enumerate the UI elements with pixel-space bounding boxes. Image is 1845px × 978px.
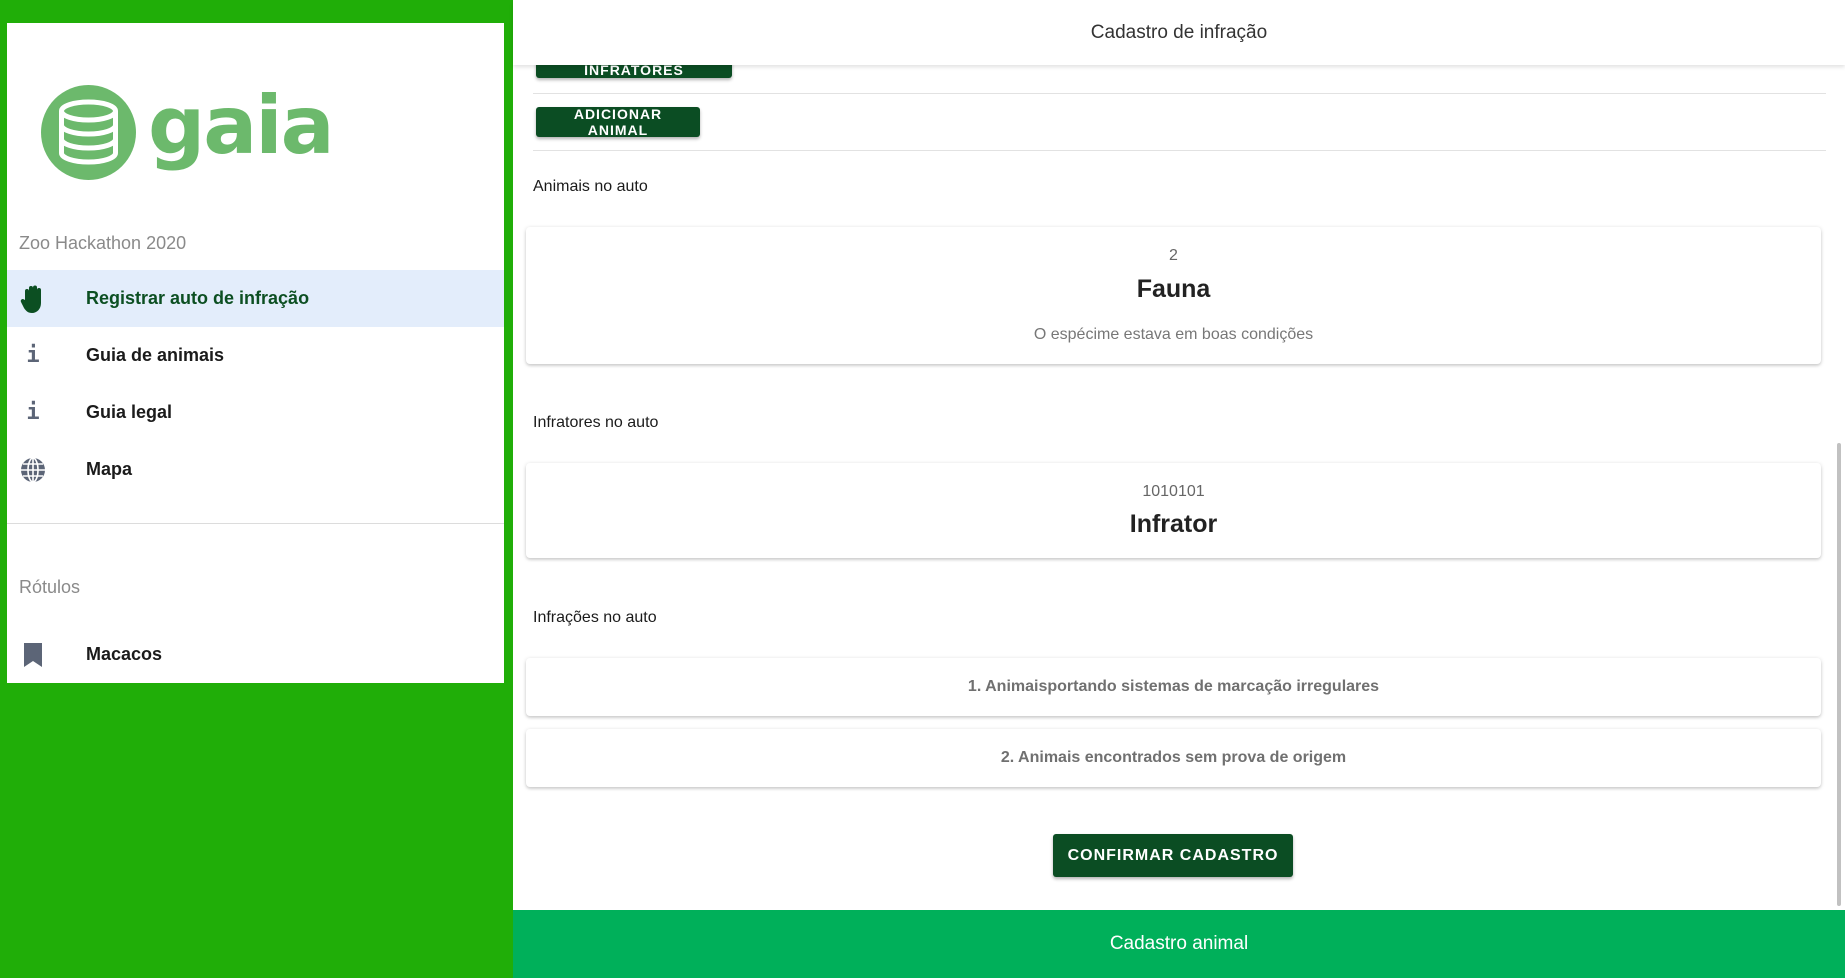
animals-section-title: Animais no auto (533, 178, 648, 195)
sidebar-item-registrar-auto[interactable]: Registrar auto de infração (7, 270, 504, 327)
navigation-drawer: gaia Zoo Hackathon 2020 Registrar auto d… (7, 23, 504, 683)
animal-description: O espécime estava em boas condições (1033, 326, 1314, 343)
infracoes-section-title: Infrações no auto (533, 609, 657, 626)
sidebar-item-label: Mapa (86, 459, 133, 479)
animal-count: 2 (1169, 247, 1178, 264)
sidebar-item-label: Guia de animais (86, 345, 225, 365)
sidebar-label-macacos[interactable]: Macacos (7, 626, 504, 683)
sidebar-label-text: Macacos (86, 644, 163, 664)
animal-card[interactable]: 2 Fauna O espécime estava em boas condiç… (526, 227, 1821, 364)
infrator-name: Infrator (1129, 510, 1218, 538)
divider (533, 93, 1826, 94)
infrator-id: 1010101 (1142, 483, 1205, 500)
sidebar-item-guia-animais[interactable]: i Guia de animais (7, 327, 504, 384)
sidebar-item-mapa[interactable]: Mapa (7, 441, 504, 498)
hand-icon (19, 285, 47, 313)
labels-section-title: Rótulos (19, 577, 81, 597)
infracao-item[interactable]: 1. Animaisportando sistemas de marcação … (526, 658, 1821, 716)
infratores-section-title: Infratores no auto (533, 414, 659, 431)
database-logo-icon (41, 85, 136, 180)
add-infratores-button[interactable]: ADICIONAR INFRATORES (536, 65, 732, 78)
animal-name: Fauna (1136, 275, 1211, 303)
add-animal-button[interactable]: ADICIONAR ANIMAL (536, 106, 700, 138)
divider (533, 150, 1826, 151)
scroll-content[interactable]: ADICIONAR INFRATORES ADICIONAR ANIMAL An… (513, 65, 1845, 910)
info-icon: i (26, 400, 40, 425)
bookmark-icon (19, 641, 47, 669)
scrollbar[interactable] (1837, 443, 1841, 906)
globe-icon (19, 456, 47, 484)
info-icon: i (26, 343, 40, 368)
sidebar-nav: Registrar auto de infração i Guia de ani… (7, 270, 504, 498)
logo-text: gaia (148, 78, 335, 172)
sidebar-item-label: Guia legal (86, 402, 173, 422)
cadastro-animal-button[interactable]: Cadastro animal (513, 910, 1845, 978)
sidebar-item-label: Registrar auto de infração (86, 288, 310, 308)
app-logo: gaia (41, 78, 335, 180)
app-subtitle: Zoo Hackathon 2020 (19, 233, 187, 253)
sidebar-divider (7, 523, 504, 524)
sidebar-item-guia-legal[interactable]: i Guia legal (7, 384, 504, 441)
infrator-card[interactable]: 1010101 Infrator (526, 463, 1821, 558)
infracao-item[interactable]: 2. Animais encontrados sem prova de orig… (526, 729, 1821, 787)
page-title: Cadastro de infração (513, 0, 1845, 65)
confirm-cadastro-button[interactable]: CONFIRMAR CADASTRO (1053, 834, 1293, 877)
main-panel: Cadastro de infração ADICIONAR INFRATORE… (513, 0, 1845, 978)
